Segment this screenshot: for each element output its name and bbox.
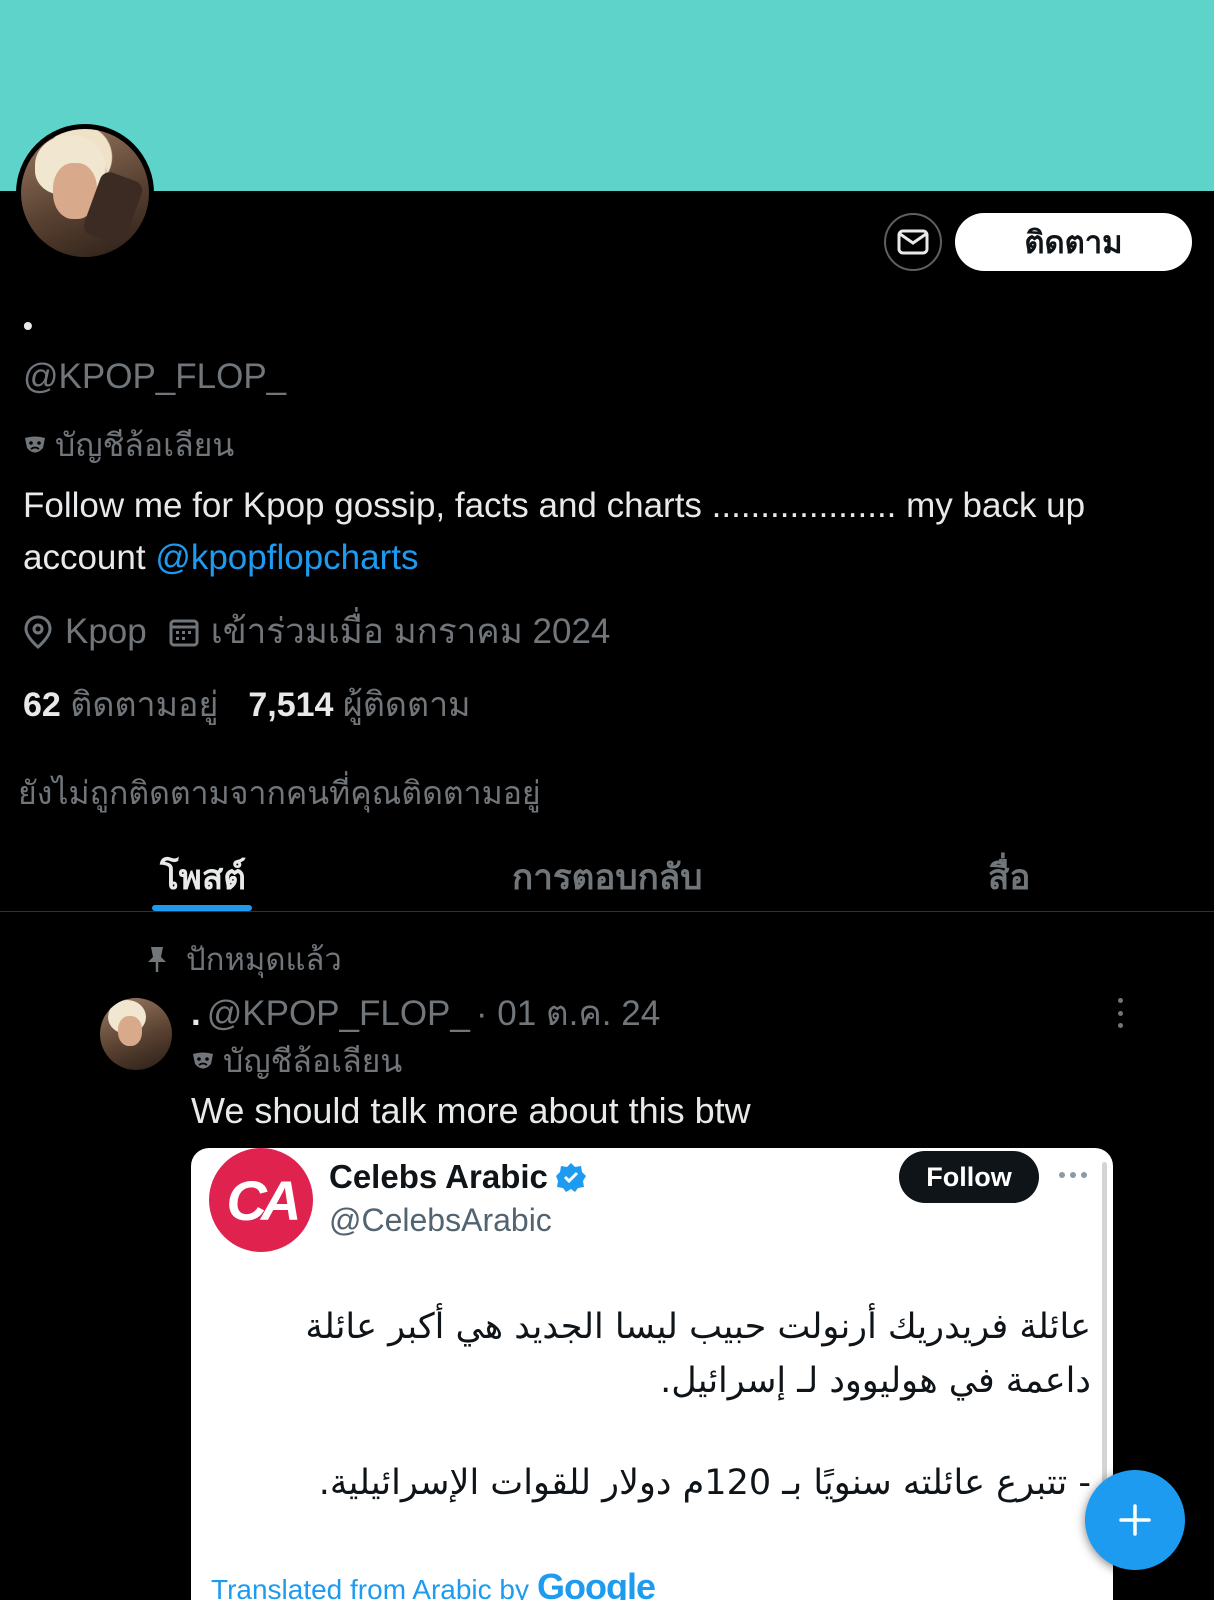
verified-badge-icon (555, 1163, 586, 1192)
not-followed-note: ยังไม่ถูกติดตามจากคนที่คุณติดตามอยู่ (18, 775, 541, 811)
calendar-icon (169, 619, 199, 646)
translated-by-google: Translated from Arabic by Google (211, 1566, 656, 1600)
followers-label: ผู้ติดตาม (342, 686, 471, 724)
envelope-icon (897, 229, 929, 255)
post-parody-badge: บัญชีล้อเลียน (191, 1036, 402, 1087)
location-text: Kpop (65, 611, 147, 651)
embed-name-text: Celebs Arabic (329, 1158, 548, 1195)
theater-masks-icon (193, 1052, 213, 1068)
message-button[interactable] (884, 213, 942, 271)
joined-item: เข้าร่วมเมื่อ มกราคม 2024 (169, 604, 611, 659)
post-author-avatar[interactable] (100, 998, 172, 1070)
following-count: 62 (23, 686, 61, 724)
active-tab-indicator (152, 905, 252, 911)
following-label: ติดตามอยู่ (70, 686, 219, 724)
theater-masks-icon (25, 436, 45, 452)
location-item: Kpop (23, 612, 147, 652)
tab-replies[interactable]: การตอบกลับ (512, 850, 702, 905)
embed-scrollbar (1102, 1162, 1107, 1522)
joined-text: เข้าร่วมเมื่อ มกราคม 2024 (210, 612, 611, 651)
bio-mention-link[interactable]: @kpopflopcharts (155, 538, 418, 577)
post-author-handle[interactable]: @KPOP_FLOP_ (207, 994, 470, 1034)
followers-count: 7,514 (248, 686, 334, 724)
profile-bio: Follow me for Kpop gossip, facts and cha… (23, 480, 1193, 584)
parody-label: บัญชีล้อเลียน (55, 427, 235, 463)
pinned-label: ปักหมุดแล้ว (186, 942, 342, 977)
embed-follow-button: Follow (899, 1151, 1039, 1203)
post-text: We should talk more about this btw (191, 1090, 751, 1131)
google-logo: Google (536, 1566, 656, 1600)
celebs-arabic-logo: CA (209, 1148, 313, 1252)
followers-link[interactable]: 7,514 ผู้ติดตาม (248, 677, 470, 731)
arabic-line-2: - تتبرع عائلته سنويًا بـ 120م دولار للقو… (318, 1463, 1091, 1503)
embed-more-icon (1059, 1172, 1087, 1178)
tab-media[interactable]: สื่อ (988, 850, 1030, 905)
post-date[interactable]: · 01 ต.ค. 24 (476, 986, 660, 1041)
embed-author-handle: @CelebsArabic (329, 1202, 552, 1238)
profile-meta: Kpop เข้าร่วมเมื่อ มกราคม 2024 (23, 604, 632, 659)
embedded-tweet-image[interactable]: CA Celebs Arabic @CelebsArabic Follow عا… (191, 1148, 1113, 1600)
compose-post-button[interactable] (1085, 1470, 1185, 1570)
more-options-icon[interactable] (1108, 998, 1132, 1028)
parody-badge: บัญชีล้อเลียน (23, 420, 234, 471)
profile-tabs: โพสต์ การตอบกลับ สื่อ (0, 838, 1214, 912)
post-author-name[interactable]: . (191, 994, 201, 1034)
pin-icon (148, 947, 166, 972)
embed-arabic-text: عائلة فريدريك أرنولت حبيب ليسا الجديد هي… (271, 1300, 1091, 1510)
location-pin-icon (24, 614, 52, 649)
post-header: . @KPOP_FLOP_ · 01 ต.ค. 24 (191, 986, 660, 1041)
profile-banner[interactable] (0, 0, 1214, 191)
tab-posts[interactable]: โพสต์ (160, 850, 246, 905)
embed-author-name: Celebs Arabic (329, 1158, 586, 1196)
translated-label: Translated from Arabic by (211, 1574, 529, 1600)
post-parody-label: บัญชีล้อเลียน (223, 1043, 403, 1079)
profile-handle: @KPOP_FLOP_ (23, 357, 287, 396)
plus-icon (1119, 1504, 1151, 1536)
follow-counts: 62 ติดตามอยู่ 7,514 ผู้ติดตาม (23, 677, 471, 731)
pinned-indicator: ปักหมุดแล้ว (146, 934, 342, 984)
follow-button[interactable]: ติดตาม (955, 213, 1192, 271)
arabic-line-1: عائلة فريدريك أرنولت حبيب ليسا الجديد هي… (305, 1307, 1091, 1401)
profile-avatar[interactable] (16, 124, 154, 262)
display-name: • (23, 310, 33, 341)
following-link[interactable]: 62 ติดตามอยู่ (23, 677, 218, 731)
